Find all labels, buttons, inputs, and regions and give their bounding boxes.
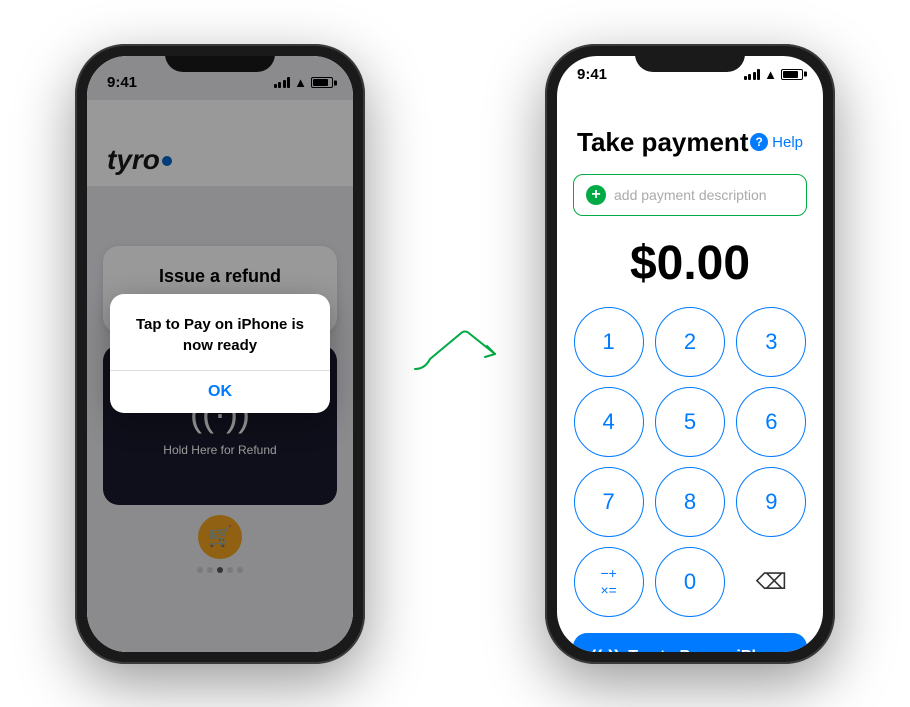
num-btn-0[interactable]: 0 <box>655 547 725 617</box>
dialog-overlay: Tap to Pay on iPhone is now ready OK <box>87 56 353 652</box>
transition-arrow <box>405 324 505 384</box>
right-battery-fill <box>783 71 798 78</box>
num-btn-4[interactable]: 4 <box>574 387 644 457</box>
right-signal-bars <box>744 69 761 80</box>
dialog-message: Tap to Pay on iPhone is now ready <box>126 314 314 356</box>
right-time: 9:41 <box>577 66 607 83</box>
left-phone-screen: 9:41 ▲ tyro <box>87 56 353 652</box>
right-phone-content: 9:41 ▲ Take payment ? <box>557 56 823 652</box>
description-placeholder: add payment description <box>614 187 767 203</box>
right-status-icons: ▲ <box>744 67 803 82</box>
page-title: Take payment <box>577 127 748 158</box>
alert-dialog: Tap to Pay on iPhone is now ready OK <box>110 294 330 413</box>
help-button[interactable]: ? Help <box>750 133 803 151</box>
right-battery-icon <box>781 69 803 80</box>
num-btn-7[interactable]: 7 <box>574 467 644 537</box>
numpad: 1 2 3 4 5 6 7 8 9 −+×= 0 ⌫ <box>557 299 823 625</box>
num-btn-ops[interactable]: −+×= <box>574 547 644 617</box>
num-btn-2[interactable]: 2 <box>655 307 725 377</box>
help-label: Help <box>772 134 803 151</box>
num-btn-6[interactable]: 6 <box>736 387 806 457</box>
right-phone-screen: 9:41 ▲ Take payment ? <box>557 56 823 652</box>
tap-to-pay-label: Tap to Pay on iPhone <box>628 648 790 652</box>
left-phone: 9:41 ▲ tyro <box>75 44 365 664</box>
scene: 9:41 ▲ tyro <box>0 0 910 707</box>
num-btn-1[interactable]: 1 <box>574 307 644 377</box>
tap-btn-row: ((·)) Tap to Pay on iPhone <box>557 625 823 652</box>
dialog-ok-button[interactable]: OK <box>110 371 330 413</box>
tap-to-pay-icon: ((·)) <box>590 647 620 652</box>
description-row[interactable]: + add payment description <box>573 174 807 216</box>
right-wifi-icon: ▲ <box>764 67 777 82</box>
num-btn-9[interactable]: 9 <box>736 467 806 537</box>
amount-display: $0.00 <box>557 220 823 299</box>
plus-icon: + <box>586 185 606 205</box>
arrow-container <box>405 324 505 384</box>
help-icon: ? <box>750 133 768 151</box>
tap-to-pay-button[interactable]: ((·)) Tap to Pay on iPhone <box>573 633 807 652</box>
left-phone-content: 9:41 ▲ tyro <box>87 56 353 652</box>
right-phone: 9:41 ▲ Take payment ? <box>545 44 835 664</box>
dialog-body: Tap to Pay on iPhone is now ready <box>110 294 330 370</box>
num-btn-5[interactable]: 5 <box>655 387 725 457</box>
right-header: Take payment ? Help <box>557 83 823 170</box>
num-btn-backspace[interactable]: ⌫ <box>736 547 806 617</box>
num-btn-8[interactable]: 8 <box>655 467 725 537</box>
right-notch <box>635 44 745 72</box>
num-btn-3[interactable]: 3 <box>736 307 806 377</box>
